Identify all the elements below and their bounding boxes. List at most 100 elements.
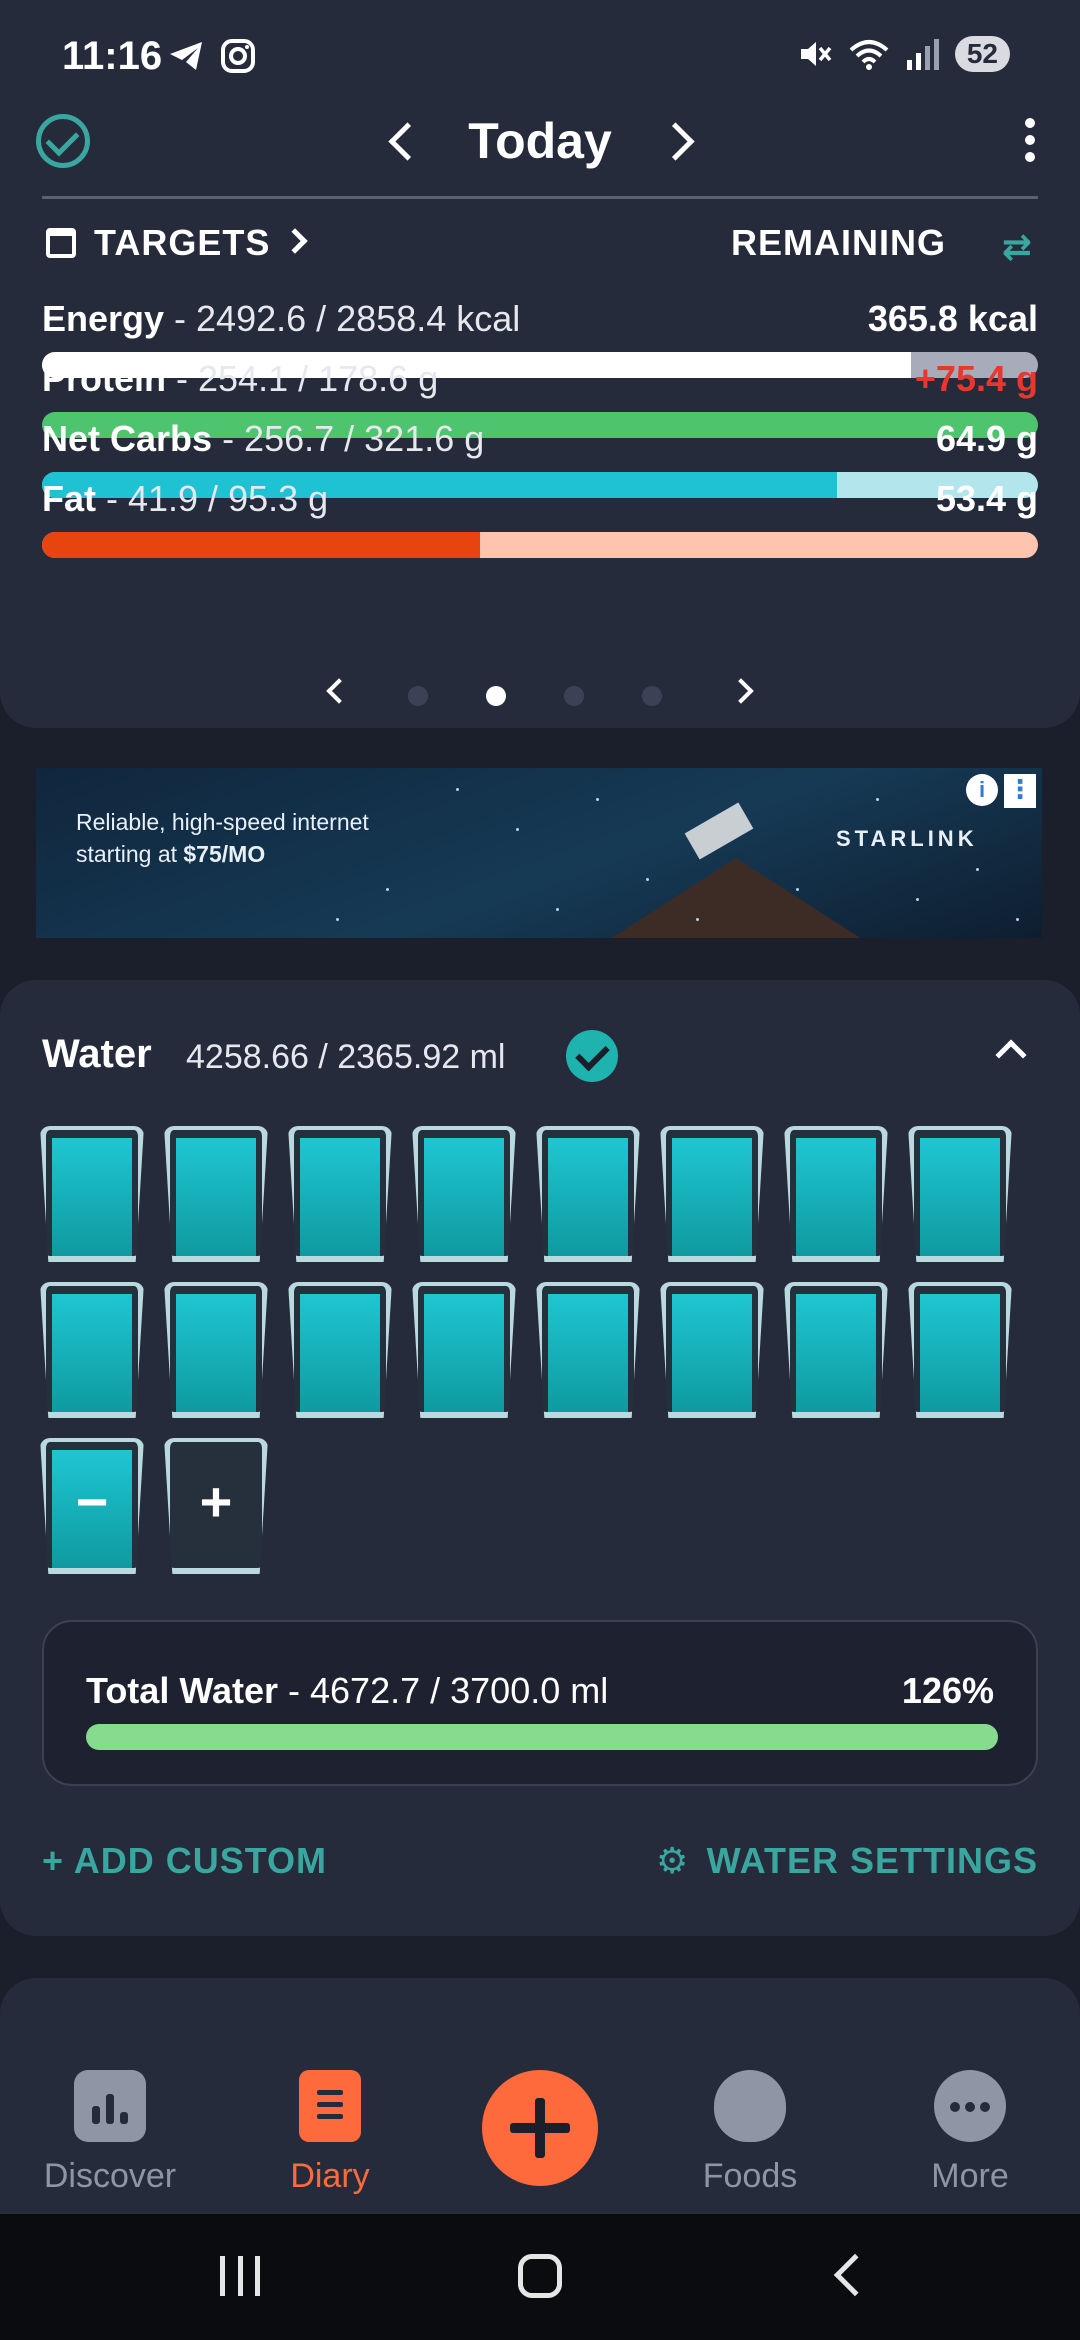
water-amount: 4258.66 / 2365.92 ml bbox=[186, 1038, 506, 1076]
total-water-box: Total Water - 4672.7 / 3700.0 ml 126% bbox=[42, 1620, 1038, 1786]
water-glass-full[interactable] bbox=[412, 1282, 516, 1418]
targets-button[interactable]: TARGETS bbox=[94, 222, 270, 264]
add-entry-button[interactable] bbox=[482, 2070, 598, 2186]
mute-icon bbox=[800, 42, 832, 66]
ad-price: $75/MO bbox=[183, 841, 266, 867]
macro-name: Fat bbox=[42, 478, 96, 519]
nav-diary[interactable]: Diary bbox=[220, 2070, 440, 2196]
instagram-icon bbox=[221, 39, 255, 73]
gear-icon: ⚙ bbox=[656, 1840, 690, 1881]
plus-icon: + bbox=[42, 1840, 74, 1881]
water-glass-full[interactable] bbox=[660, 1282, 764, 1418]
water-glass-full[interactable] bbox=[164, 1282, 268, 1418]
header-divider bbox=[42, 196, 1038, 199]
targets-card: Today TARGETS REMAINING ⇄ Energy - 2492.… bbox=[0, 100, 1080, 728]
ad-banner[interactable]: Reliable, high-speed internet starting a… bbox=[36, 768, 1042, 938]
water-glass-full[interactable] bbox=[908, 1126, 1012, 1262]
nav-foods-label: Foods bbox=[702, 2157, 798, 2195]
macro-name: Net Carbs bbox=[42, 418, 213, 459]
ad-star-decoration bbox=[646, 878, 649, 881]
pager-dot[interactable] bbox=[486, 686, 506, 706]
ad-text: Reliable, high-speed internet starting a… bbox=[76, 806, 369, 870]
diary-icon bbox=[299, 2070, 361, 2142]
targets-row: TARGETS REMAINING ⇄ bbox=[42, 218, 1038, 268]
water-glass-full[interactable] bbox=[784, 1126, 888, 1262]
ad-star-decoration bbox=[336, 918, 339, 921]
ad-more-icon[interactable]: ⋮ bbox=[1004, 774, 1036, 808]
minus-icon: − bbox=[75, 1470, 109, 1533]
water-glass-full[interactable] bbox=[660, 1126, 764, 1262]
recent-apps-icon[interactable] bbox=[220, 2256, 260, 2296]
macro-remaining: 365.8 kcal bbox=[867, 298, 1038, 339]
macro-label: Energy - 2492.6 / 2858.4 kcal bbox=[42, 298, 520, 340]
water-glass-full[interactable] bbox=[164, 1126, 268, 1262]
macro-label: Protein - 254.1 / 178.6 g bbox=[42, 358, 438, 400]
previous-day-button[interactable] bbox=[380, 116, 420, 166]
add-custom-button[interactable]: + ADD CUSTOM bbox=[42, 1840, 327, 1882]
remove-glass-button[interactable]: − bbox=[40, 1438, 144, 1574]
macro-remaining: +75.4 g bbox=[914, 358, 1038, 399]
bottom-navigation: Discover Diary Foods More bbox=[0, 2044, 1080, 2214]
chevron-right-icon[interactable] bbox=[282, 228, 308, 254]
pager-dot[interactable] bbox=[408, 686, 428, 706]
macro-values: - 41.9 / 95.3 g bbox=[96, 478, 329, 519]
nav-discover-label: Discover bbox=[43, 2157, 177, 2195]
ad-line2: starting at $75/MO bbox=[76, 841, 266, 867]
macro-row-fat[interactable]: Fat - 41.9 / 95.3 g 53.4 g bbox=[42, 478, 1038, 564]
next-day-button[interactable] bbox=[660, 116, 700, 166]
water-title: Water bbox=[42, 1032, 152, 1076]
pager-prev-button[interactable] bbox=[326, 678, 352, 704]
macro-remaining: 64.9 g bbox=[935, 418, 1038, 459]
wifi-icon bbox=[849, 40, 889, 70]
apple-icon bbox=[714, 2070, 786, 2142]
water-glass-full[interactable] bbox=[288, 1282, 392, 1418]
collapse-chevron-icon[interactable] bbox=[995, 1039, 1027, 1071]
water-glass-full[interactable] bbox=[288, 1126, 392, 1262]
date-title[interactable]: Today bbox=[440, 112, 640, 170]
water-goal-check-icon bbox=[566, 1030, 618, 1082]
ad-star-decoration bbox=[386, 888, 389, 891]
macro-remaining: 53.4 g bbox=[935, 478, 1038, 519]
bar-chart-icon bbox=[74, 2070, 146, 2142]
add-glass-button[interactable]: + bbox=[164, 1438, 268, 1574]
water-glass-full[interactable] bbox=[40, 1282, 144, 1418]
water-glass-full[interactable] bbox=[412, 1126, 516, 1262]
water-glass-full[interactable] bbox=[536, 1282, 640, 1418]
more-icon bbox=[934, 2070, 1006, 2142]
ad-info-icon[interactable]: i bbox=[966, 774, 998, 806]
nav-diary-label: Diary bbox=[290, 2157, 370, 2195]
water-settings-button[interactable]: ⚙ WATER SETTINGS bbox=[650, 1840, 1038, 1882]
pager-dot[interactable] bbox=[642, 686, 662, 706]
pager-next-button[interactable] bbox=[728, 678, 754, 704]
overflow-menu-icon[interactable] bbox=[1020, 118, 1040, 162]
ad-star-decoration bbox=[876, 798, 879, 801]
macro-progress-fill bbox=[42, 532, 481, 558]
water-glass-full[interactable] bbox=[40, 1126, 144, 1262]
nav-more[interactable]: More bbox=[860, 2070, 1080, 2196]
pager-dot[interactable] bbox=[564, 686, 584, 706]
ad-star-decoration bbox=[916, 898, 919, 901]
status-app-icons bbox=[168, 38, 256, 74]
water-glass-full[interactable] bbox=[536, 1126, 640, 1262]
date-header: Today bbox=[0, 100, 1080, 198]
ad-roof-image bbox=[596, 858, 876, 938]
total-water-percent: 126% bbox=[901, 1670, 994, 1711]
ad-star-decoration bbox=[516, 828, 519, 831]
ad-star-decoration bbox=[1016, 918, 1019, 921]
macro-name: Protein bbox=[42, 358, 167, 399]
home-icon[interactable] bbox=[518, 2254, 562, 2298]
macro-values: - 2492.6 / 2858.4 kcal bbox=[164, 298, 521, 339]
water-glass-full[interactable] bbox=[908, 1282, 1012, 1418]
water-glass-full[interactable] bbox=[784, 1282, 888, 1418]
swap-icon[interactable]: ⇄ bbox=[1002, 226, 1032, 268]
nav-foods[interactable]: Foods bbox=[640, 2070, 860, 2196]
ad-line1: Reliable, high-speed internet bbox=[76, 809, 369, 835]
remaining-toggle[interactable]: REMAINING bbox=[731, 222, 946, 264]
macro-progress-bar bbox=[42, 532, 1038, 558]
back-icon[interactable] bbox=[833, 2253, 877, 2297]
check-circle-icon[interactable] bbox=[36, 114, 90, 168]
status-time: 11:16 bbox=[62, 34, 163, 78]
macro-label: Fat - 41.9 / 95.3 g bbox=[42, 478, 328, 520]
ad-star-decoration bbox=[796, 888, 799, 891]
nav-discover[interactable]: Discover bbox=[0, 2070, 220, 2196]
